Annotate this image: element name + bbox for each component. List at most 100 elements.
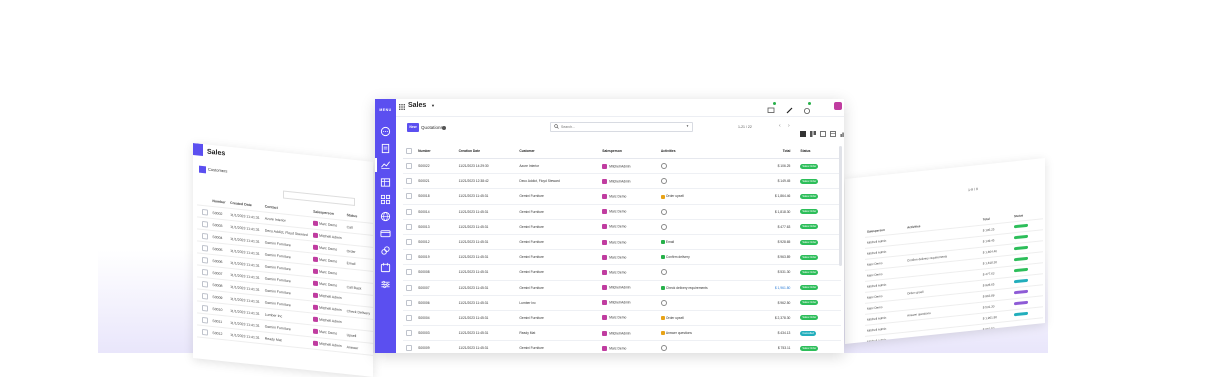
salesperson-name: Marc Demo bbox=[609, 239, 627, 244]
new-button[interactable]: New bbox=[407, 123, 419, 132]
settings-sliders-icon[interactable] bbox=[380, 277, 391, 289]
cell-activities[interactable] bbox=[660, 158, 732, 175]
cell-activities[interactable]: Order upsell bbox=[660, 310, 732, 327]
salesperson-name: Mitchell Admin bbox=[609, 331, 631, 336]
vertical-scrollbar[interactable] bbox=[839, 146, 842, 266]
column-header-salesperson[interactable]: Salesperson bbox=[602, 144, 661, 159]
cell-activities[interactable] bbox=[660, 204, 732, 220]
cell-activities[interactable] bbox=[660, 219, 732, 235]
table-row[interactable]: S00006 11/21/2023 11:45:31 Lumber Inc Mitch… bbox=[403, 295, 841, 311]
clock-icon[interactable] bbox=[660, 269, 667, 276]
row-checkbox[interactable] bbox=[403, 280, 419, 296]
cell-total: $ 149.45 bbox=[731, 173, 795, 190]
cell-activities[interactable]: Email bbox=[660, 234, 732, 251]
table-row[interactable]: S00007 11/21/2023 11:45:31 Gemini Furnitur… bbox=[403, 280, 841, 296]
column-header-activities[interactable]: Activities bbox=[660, 144, 732, 159]
cell-activities[interactable]: Order upsell bbox=[660, 188, 732, 205]
row-checkbox[interactable] bbox=[403, 173, 419, 190]
row-checkbox[interactable] bbox=[403, 204, 419, 220]
globe-icon[interactable] bbox=[380, 209, 391, 222]
table-row[interactable]: S00021 11/21/2023 12:38:42 Deco Addict, Fl… bbox=[403, 173, 841, 190]
search-input[interactable] bbox=[561, 123, 679, 131]
status-badge: Sales Order bbox=[800, 254, 819, 260]
row-checkbox[interactable] bbox=[403, 325, 419, 342]
cell-customer: Lumber Inc bbox=[519, 295, 603, 311]
user-avatar[interactable] bbox=[834, 102, 842, 110]
table-row[interactable]: S00022 11/21/2023 14:29:30 Azure Interior M… bbox=[403, 158, 841, 175]
table-row[interactable]: S00004 11/21/2023 11:45:31 Gemini Furnitur… bbox=[403, 310, 841, 327]
clock-icon[interactable] bbox=[660, 163, 667, 170]
select-all-checkbox[interactable] bbox=[403, 144, 419, 159]
cell-status: Sales Order bbox=[794, 234, 841, 251]
search-options-icon[interactable]: ▼ bbox=[686, 124, 689, 128]
clock-icon[interactable] bbox=[660, 208, 667, 215]
table-row[interactable]: S00008 11/21/2023 11:45:31 Gemini Furnitur… bbox=[403, 264, 841, 281]
row-checkbox[interactable] bbox=[403, 188, 419, 205]
table-row[interactable]: S00019 11/21/2023 11:45:31 Gemini Furnitur… bbox=[403, 249, 841, 266]
app-grid-icon[interactable] bbox=[399, 104, 405, 110]
calendar-icon[interactable] bbox=[380, 260, 391, 273]
activity-type-icon bbox=[660, 331, 665, 336]
clock-icon[interactable] bbox=[660, 223, 667, 230]
cell-activities[interactable] bbox=[660, 295, 732, 311]
cell-activities[interactable] bbox=[660, 340, 732, 353]
avatar bbox=[313, 316, 319, 323]
column-header-total[interactable]: Total bbox=[731, 144, 795, 159]
left-window-title: Sales bbox=[207, 148, 226, 158]
column-header-number[interactable]: Number bbox=[418, 144, 459, 159]
chart-icon[interactable] bbox=[380, 157, 391, 169]
chat-icon[interactable] bbox=[380, 124, 391, 137]
clock-icon[interactable] bbox=[660, 345, 667, 352]
chevron-left-icon[interactable]: ‹ bbox=[779, 124, 781, 129]
title-dropdown-icon[interactable]: ▼ bbox=[431, 103, 435, 108]
left-cell-text: Azure Interior bbox=[264, 216, 286, 223]
table-row[interactable]: S00003 11/21/2023 11:45:31 Ready Mat Mitche… bbox=[403, 325, 841, 342]
kanban-view-icon[interactable] bbox=[810, 124, 816, 137]
document-icon[interactable] bbox=[380, 141, 391, 154]
cell-activities[interactable]: Answer questions bbox=[660, 325, 732, 342]
calendar-view-icon[interactable] bbox=[820, 124, 826, 137]
column-header-creation-date[interactable]: Creation Date bbox=[458, 144, 520, 159]
column-header-status[interactable]: Status bbox=[794, 144, 841, 159]
table-row[interactable]: S00014 11/21/2023 11:45:31 Gemini Furnitur… bbox=[403, 204, 841, 220]
chevron-right-icon[interactable]: › bbox=[788, 124, 790, 129]
table-icon[interactable] bbox=[380, 175, 391, 187]
row-checkbox[interactable] bbox=[403, 219, 419, 235]
row-checkbox[interactable] bbox=[403, 295, 419, 311]
activity-type-icon bbox=[660, 316, 665, 321]
row-checkbox[interactable] bbox=[403, 310, 419, 327]
gear-icon[interactable] bbox=[442, 126, 446, 130]
activity-label: Answer questions bbox=[665, 331, 692, 336]
table-row[interactable]: S00012 11/21/2023 11:45:31 Gemini Furnitur… bbox=[403, 234, 841, 251]
table-row[interactable]: S00009 11/21/2023 11:45:31 Gemini Furnitur… bbox=[403, 340, 841, 353]
main-window: MENU Sales ▼ New Quotations Search... ▼ … bbox=[375, 99, 844, 353]
row-checkbox[interactable] bbox=[403, 249, 419, 266]
column-header-customer[interactable]: Customer bbox=[519, 144, 603, 159]
cell-activities[interactable] bbox=[660, 173, 732, 190]
cell-activities[interactable]: Check delivery requirements bbox=[660, 280, 732, 296]
status-badge bbox=[1014, 278, 1029, 284]
avatar bbox=[602, 330, 608, 336]
pivot-view-icon[interactable] bbox=[830, 124, 836, 137]
cell-creation-date: 11/21/2023 11:45:31 bbox=[458, 295, 520, 311]
row-checkbox[interactable] bbox=[403, 264, 419, 281]
graph-view-icon[interactable] bbox=[840, 124, 844, 137]
link-icon[interactable] bbox=[380, 243, 391, 255]
list-view-icon[interactable] bbox=[800, 124, 806, 137]
status-badge bbox=[1014, 256, 1029, 262]
apps-icon[interactable] bbox=[380, 192, 391, 205]
row-checkbox[interactable] bbox=[403, 158, 419, 175]
clock-icon[interactable] bbox=[660, 299, 667, 306]
pager-value[interactable]: 1-21 / 22 bbox=[738, 125, 752, 129]
cell-activities[interactable]: Confirm delivery bbox=[660, 249, 732, 266]
table-row[interactable]: S00013 11/21/2023 11:45:31 Gemini Furnitur… bbox=[403, 219, 841, 235]
row-checkbox[interactable] bbox=[403, 340, 419, 353]
card-icon[interactable] bbox=[380, 226, 391, 238]
clock-icon[interactable] bbox=[660, 178, 667, 185]
brush-icon[interactable] bbox=[785, 102, 794, 114]
cell-creation-date: 11/21/2023 11:45:31 bbox=[458, 340, 520, 353]
table-row[interactable]: S00018 11/21/2023 11:45:31 Gemini Furnitur… bbox=[403, 188, 841, 205]
row-checkbox[interactable] bbox=[403, 234, 419, 251]
cell-creation-date: 11/21/2023 11:45:31 bbox=[458, 310, 520, 327]
cell-activities[interactable] bbox=[660, 264, 732, 281]
